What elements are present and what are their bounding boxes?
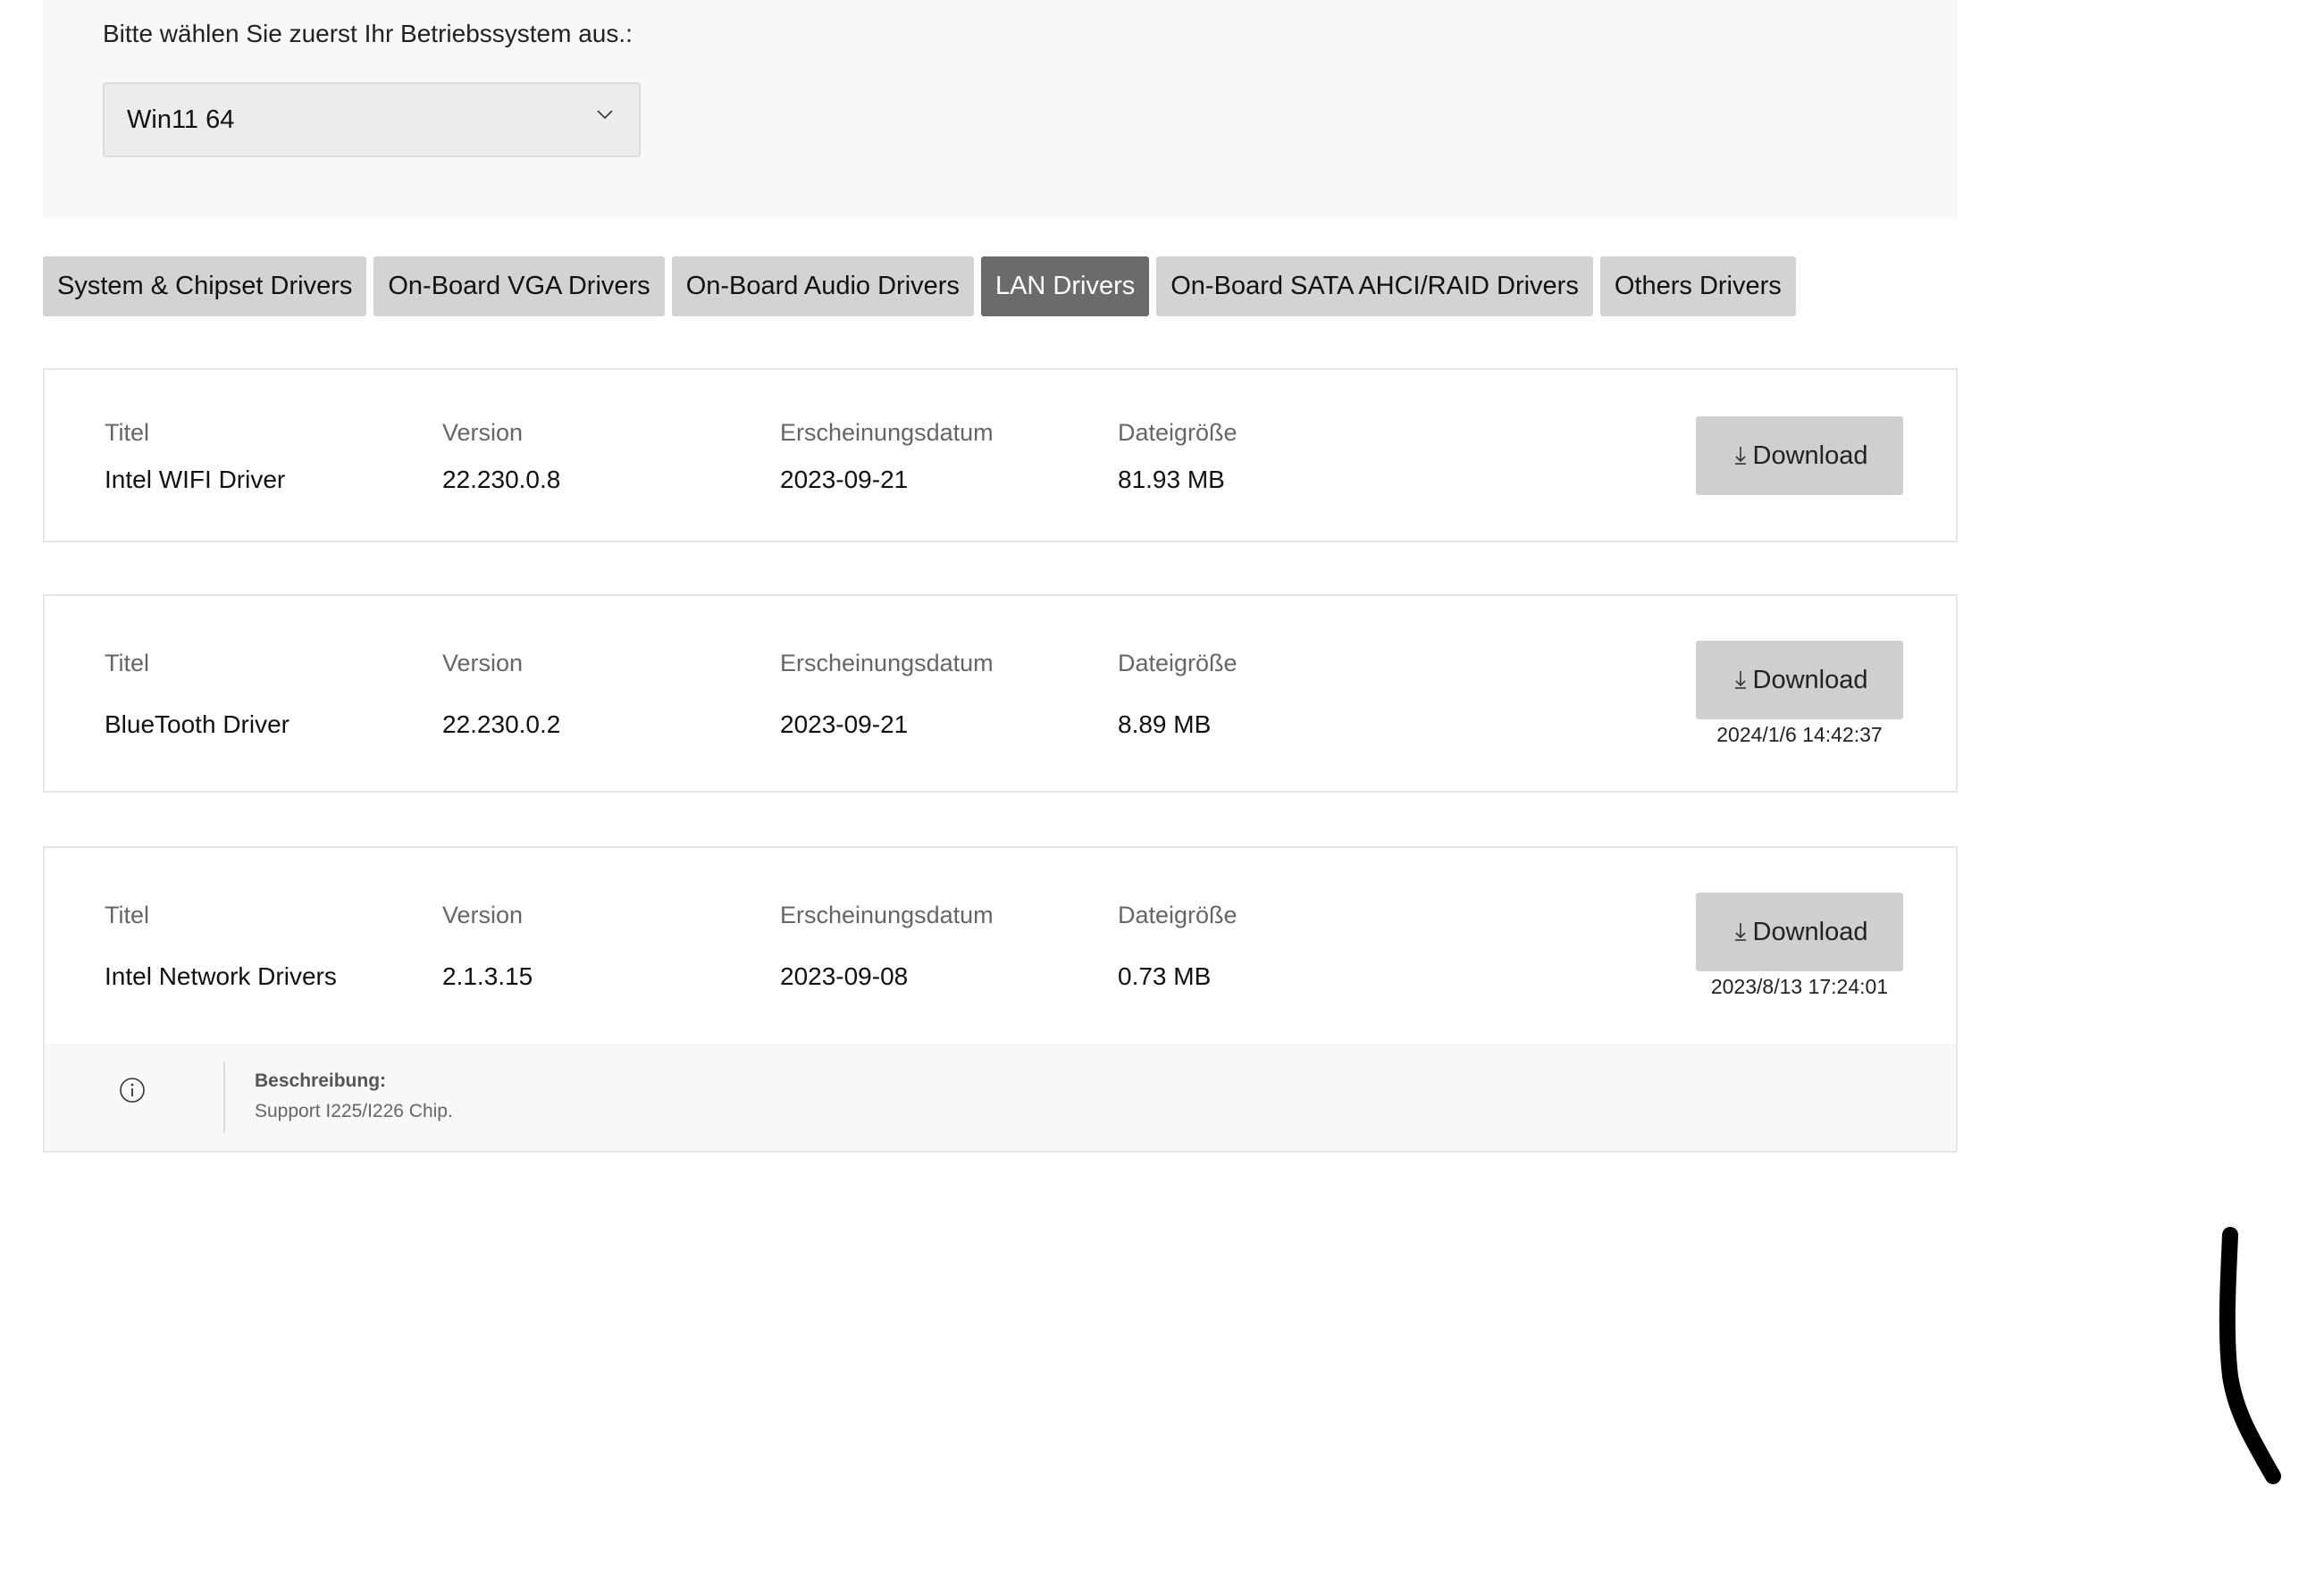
tab-system-chipset-drivers[interactable]: System & Chipset Drivers [43,256,367,316]
download-button-label: Download [1752,665,1868,694]
driver-release-date: 2023-09-21 [780,710,909,738]
driver-card: Titel Version Erscheinungsdatum Dateigrö… [43,594,1958,793]
tab-others-drivers[interactable]: Others Drivers [1599,256,1796,316]
driver-version: 2.1.3.15 [442,962,533,990]
size-column-header: Dateigröße [1118,419,1238,446]
chevron-down-icon [597,110,613,120]
driver-title: BlueTooth Driver [105,710,289,738]
date-column-header: Erscheinungsdatum [780,650,994,676]
driver-title: Intel Network Drivers [105,962,337,990]
tab-lan-drivers[interactable]: LAN Drivers [980,256,1150,316]
driver-category-tabs: System & Chipset Drivers On-Board VGA Dr… [43,256,1796,316]
download-button[interactable]: Download [1696,416,1903,495]
driver-download-page: Bitte wählen Sie zuerst Ihr Betriebssyst… [0,0,2324,1570]
os-dropdown[interactable]: Win11 64 [103,82,641,157]
os-selection-panel: Bitte wählen Sie zuerst Ihr Betriebssyst… [43,0,1958,219]
description-text: Support I225/I226 Chip. [255,1101,453,1121]
tab-onboard-vga-drivers[interactable]: On-Board VGA Drivers [373,256,665,316]
driver-file-size: 0.73 MB [1118,962,1212,990]
os-dropdown-value: Win11 64 [127,105,235,134]
download-button[interactable]: Download [1696,893,1903,971]
title-column-header: Titel [105,902,150,928]
driver-version: 22.230.0.8 [442,466,561,493]
description-divider [223,1062,225,1133]
driver-version: 22.230.0.2 [442,710,561,738]
driver-file-size: 8.89 MB [1118,710,1212,738]
driver-file-size: 81.93 MB [1118,466,1225,493]
download-arrow-icon [1734,671,1746,689]
version-column-header: Version [442,902,524,928]
title-column-header: Titel [105,419,150,446]
driver-title: Intel WIFI Driver [105,466,286,493]
size-column-header: Dateigröße [1118,902,1238,928]
download-timestamp: 2023/8/13 17:24:01 [1710,975,1889,998]
description-title: Beschreibung: [255,1070,387,1091]
download-button-label: Download [1752,441,1868,470]
tab-onboard-sata-ahci-raid-drivers[interactable]: On-Board SATA AHCI/RAID Drivers [1156,256,1593,316]
driver-release-date: 2023-09-08 [780,962,909,990]
date-column-header: Erscheinungsdatum [780,902,994,928]
tab-onboard-audio-drivers[interactable]: On-Board Audio Drivers [671,256,974,316]
version-column-header: Version [442,650,524,676]
pen-stroke-annotation [2219,1227,2281,1484]
download-arrow-icon [1734,447,1746,465]
download-button-label: Download [1752,917,1868,946]
os-prompt-label: Bitte wählen Sie zuerst Ihr Betriebssyst… [103,20,633,47]
title-column-header: Titel [105,650,150,676]
download-button[interactable]: Download [1696,641,1903,719]
download-timestamp: 2024/1/6 14:42:37 [1716,723,1883,746]
size-column-header: Dateigröße [1118,650,1238,676]
download-arrow-icon [1734,923,1746,941]
driver-card: Titel Version Erscheinungsdatum Dateigrö… [43,846,1958,1153]
driver-description-box: Beschreibung: Support I225/I226 Chip. [45,1044,1956,1151]
date-column-header: Erscheinungsdatum [780,419,994,446]
driver-release-date: 2023-09-21 [780,466,909,493]
driver-card: Titel Version Erscheinungsdatum Dateigrö… [43,368,1958,542]
info-icon [120,1078,145,1103]
version-column-header: Version [442,419,524,446]
